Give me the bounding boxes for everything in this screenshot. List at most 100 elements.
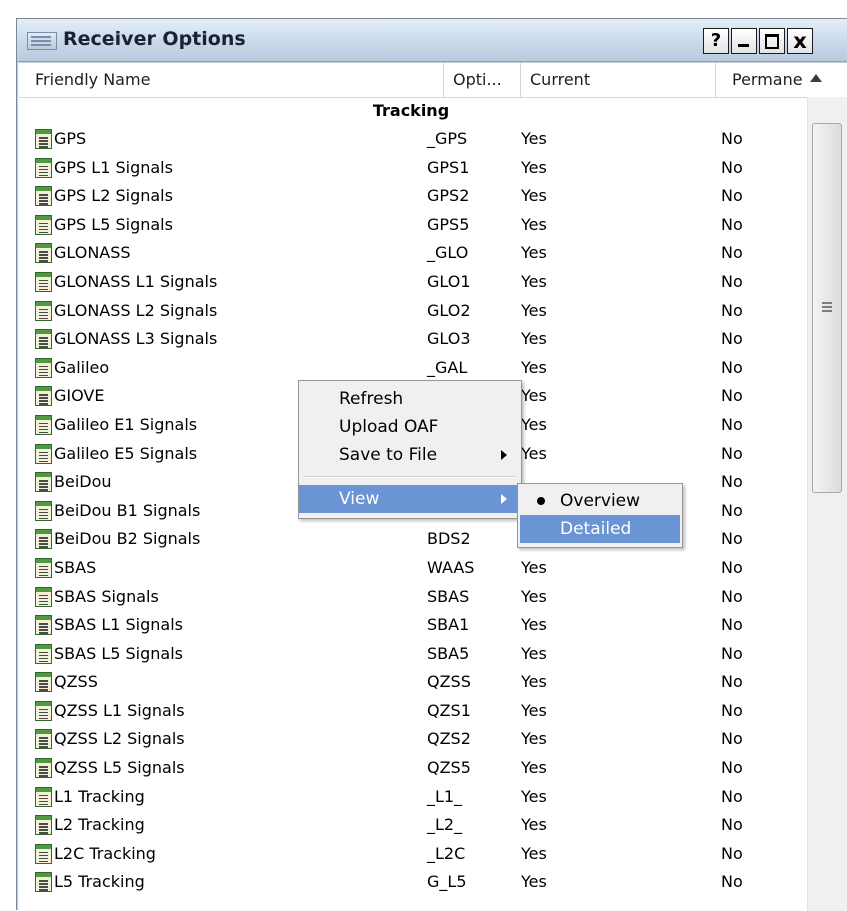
row-permanent: No	[721, 472, 743, 492]
table-row[interactable]: L1 Tracking _L1_ Yes No	[19, 783, 803, 812]
option-document-icon	[35, 129, 52, 149]
option-document-icon	[35, 271, 52, 292]
row-permanent: No	[721, 386, 743, 406]
row-permanent: No	[721, 214, 743, 234]
table-row[interactable]: GPS L2 Signals GPS2 Yes No	[19, 182, 803, 211]
row-permanent: No	[721, 271, 743, 291]
menu-item-label: View	[339, 489, 380, 509]
table-row[interactable]: SBAS WAAS Yes No	[19, 554, 803, 583]
close-button[interactable]: x	[787, 28, 813, 54]
table-row[interactable]: QZSS L5 Signals QZS5 Yes No	[19, 754, 803, 783]
row-friendly-name: SBAS L5 Signals	[54, 643, 183, 663]
row-permanent: No	[721, 872, 743, 892]
table-row[interactable]: SBAS L1 Signals SBA1 Yes No	[19, 611, 803, 640]
row-current: Yes	[521, 758, 547, 778]
row-friendly-name: GPS L5 Signals	[54, 214, 173, 234]
row-friendly-name: GPS	[54, 129, 87, 148]
row-friendly-name: QZSS	[54, 672, 98, 692]
column-label: Friendly Name	[35, 70, 151, 89]
table-row[interactable]: L2 Tracking _L2_ Yes No	[19, 811, 803, 840]
row-permanent: No	[721, 586, 743, 606]
row-current: Yes	[521, 729, 547, 749]
row-friendly-name: SBAS Signals	[54, 586, 159, 606]
table-row[interactable]: BeiDou B2 SignalsBDS2YesNo	[19, 525, 803, 554]
menu-item-label: Detailed	[560, 519, 632, 539]
row-current: Yes	[521, 357, 547, 377]
table-row[interactable]: QZSS L1 Signals QZS1 Yes No	[19, 697, 803, 726]
table-row[interactable]: GPS L5 Signals GPS5 Yes No	[19, 211, 803, 240]
table-row[interactable]: GPS _GPS Yes No	[19, 125, 803, 154]
option-document-icon	[35, 500, 52, 521]
row-option-code: SBA1	[427, 615, 470, 635]
option-document-icon	[35, 615, 52, 636]
menu-item-save-to-file[interactable]: Save to File	[299, 441, 521, 469]
row-friendly-name: BeiDou	[54, 472, 112, 492]
option-document-icon	[35, 357, 52, 378]
title-bar[interactable]: Receiver Options ? x	[17, 19, 847, 62]
menu-separator	[303, 476, 515, 478]
table-row[interactable]: SBAS Signals SBAS Yes No	[19, 583, 803, 612]
scrollbar-thumb[interactable]	[812, 123, 842, 493]
row-friendly-name: QZSS L1 Signals	[54, 700, 185, 720]
option-document-icon	[35, 472, 52, 493]
menu-item-detailed[interactable]: Detailed	[520, 515, 680, 543]
column-header-friendly-name[interactable]: Friendly Name	[19, 63, 444, 97]
row-option-code: GLO2	[427, 300, 471, 320]
row-permanent: No	[721, 729, 743, 749]
row-friendly-name: L2C Tracking	[54, 843, 156, 863]
row-permanent: No	[721, 357, 743, 377]
minimize-button[interactable]	[731, 28, 757, 54]
option-document-icon	[35, 329, 52, 350]
table-row[interactable]: L2C Tracking _L2C Yes No	[19, 840, 803, 869]
row-option-code: G_L5	[427, 872, 467, 892]
row-friendly-name: QZSS L5 Signals	[54, 758, 185, 778]
row-friendly-name: GLONASS L3 Signals	[54, 329, 218, 349]
option-document-icon	[35, 586, 52, 607]
option-document-icon	[35, 386, 52, 407]
menu-item-view[interactable]: View	[299, 485, 521, 513]
row-friendly-name: L5 Tracking	[54, 872, 145, 892]
table-row[interactable]: Galileo _GAL Yes No	[19, 354, 803, 383]
table-row[interactable]: L5 Tracking G_L5 Yes No	[19, 868, 803, 897]
table-row[interactable]: GLONASS L2 Signals GLO2 Yes No	[19, 297, 803, 326]
menu-item-upload-oaf[interactable]: Upload OAF	[299, 413, 521, 441]
column-header-permanent[interactable]: Permane	[716, 63, 847, 97]
menu-item-label: Save to File	[339, 445, 438, 465]
submenu-arrow-icon	[501, 494, 507, 504]
option-document-icon	[35, 872, 52, 893]
column-header-option[interactable]: Opti...	[443, 63, 521, 97]
row-permanent: No	[721, 243, 743, 263]
sort-up-icon[interactable]	[810, 74, 822, 82]
row-friendly-name: GPS L1 Signals	[54, 157, 173, 177]
vertical-scrollbar[interactable]	[807, 97, 847, 911]
menu-item-overview[interactable]: Overview	[520, 487, 680, 515]
menu-item-label: Upload OAF	[339, 417, 439, 437]
table-row[interactable]: SBAS L5 Signals SBA5 Yes No	[19, 640, 803, 669]
help-button[interactable]: ?	[703, 28, 729, 54]
row-permanent: No	[721, 815, 743, 835]
menu-item-refresh[interactable]: Refresh	[299, 385, 521, 413]
row-permanent: No	[721, 643, 743, 663]
row-friendly-name: BeiDou B1 Signals	[54, 500, 201, 520]
row-friendly-name: BeiDou B2 Signals	[54, 529, 201, 549]
radio-bullet-icon	[537, 497, 545, 505]
row-current: Yes	[521, 129, 547, 148]
row-option-code: BDS2	[427, 529, 471, 549]
row-option-code: QZS1	[427, 700, 471, 720]
table-row[interactable]: GLONASS _GLO Yes No	[19, 239, 803, 268]
column-header-current[interactable]: Current	[520, 63, 716, 97]
window-menu-icon[interactable]	[27, 32, 57, 50]
row-current: Yes	[521, 557, 547, 577]
row-permanent: No	[721, 443, 743, 463]
table-row[interactable]: GLONASS L3 Signals GLO3 Yes No	[19, 325, 803, 354]
table-row[interactable]: GPS L1 Signals GPS1 Yes No	[19, 154, 803, 183]
maximize-button[interactable]	[759, 28, 785, 54]
row-permanent: No	[721, 186, 743, 206]
row-option-code: QZS2	[427, 729, 471, 749]
table-row[interactable]: QZSS L2 Signals QZS2 Yes No	[19, 725, 803, 754]
row-friendly-name: QZSS L2 Signals	[54, 729, 185, 749]
row-permanent: No	[721, 329, 743, 349]
table-row[interactable]: QZSS QZSS Yes No	[19, 668, 803, 697]
row-friendly-name: GLONASS L1 Signals	[54, 271, 218, 291]
table-row[interactable]: GLONASS L1 Signals GLO1 Yes No	[19, 268, 803, 297]
